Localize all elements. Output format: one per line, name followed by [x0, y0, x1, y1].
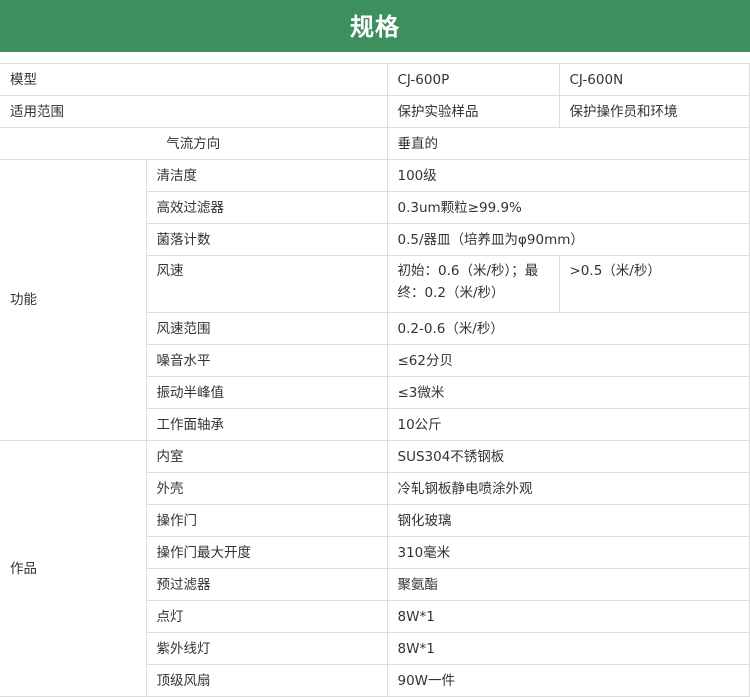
spec-value: 0.5/器皿（培养皿为φ90mm） [386, 223, 750, 256]
spec-value: 初始：0.6（米/秒）；最终：0.2（米/秒） [386, 255, 560, 313]
spec-label: 噪音水平 [145, 344, 388, 377]
spec-label: 操作门 [145, 504, 388, 537]
spec-label: 风速 [145, 255, 388, 313]
spec-label: 紫外线灯 [145, 632, 388, 665]
spec-label: 适用范围 [0, 95, 388, 128]
spec-value: 100级 [386, 159, 750, 192]
spec-value: ≤62分贝 [386, 344, 750, 377]
spec-value: CJ-600N [558, 63, 750, 96]
table-row: 气流方向 垂直的 [0, 127, 750, 160]
spec-value: 垂直的 [386, 127, 750, 160]
spec-value: 10公斤 [386, 408, 750, 441]
spec-value: CJ-600P [386, 63, 560, 96]
spec-value: 8W*1 [386, 600, 750, 633]
spec-label: 外壳 [145, 472, 388, 505]
spec-value: 保护操作员和环境 [558, 95, 750, 128]
spec-label: 工作面轴承 [145, 408, 388, 441]
page-title: 规格 [0, 0, 750, 52]
spec-value: 冷轧钢板静电喷涂外观 [386, 472, 750, 505]
spec-value: 90W一件 [386, 664, 750, 697]
spec-label: 顶级风扇 [145, 664, 388, 697]
spec-value: SUS304不锈钢板 [386, 440, 750, 473]
group-label-function: 功能 [0, 159, 147, 441]
spec-value: 0.3um颗粒≥99.9% [386, 191, 750, 224]
spec-value: 8W*1 [386, 632, 750, 665]
spec-label: 点灯 [145, 600, 388, 633]
group-label-works: 作品 [0, 440, 147, 697]
spec-label: 清洁度 [145, 159, 388, 192]
spec-label: 操作门最大开度 [145, 536, 388, 569]
spec-value: 0.2-0.6（米/秒） [386, 312, 750, 345]
spec-label: 风速范围 [145, 312, 388, 345]
table-row: 作品 内室 SUS304不锈钢板 [0, 440, 750, 697]
spec-label: 模型 [0, 63, 388, 96]
spec-value: >0.5（米/秒） [558, 255, 750, 313]
spec-table: 模型 CJ-600P CJ-600N 适用范围 保护实验样品 保护操作员和环境 … [0, 63, 750, 697]
spec-label: 预过滤器 [145, 568, 388, 601]
spec-value: 钢化玻璃 [386, 504, 750, 537]
spec-label: 高效过滤器 [145, 191, 388, 224]
spec-value: ≤3微米 [386, 376, 750, 409]
spec-label: 振动半峰值 [145, 376, 388, 409]
spec-label: 气流方向 [0, 127, 388, 160]
table-row: 模型 CJ-600P CJ-600N [0, 63, 750, 96]
spec-label: 内室 [145, 440, 388, 473]
table-row: 功能 清洁度 100级 [0, 159, 750, 441]
spec-value: 310毫米 [386, 536, 750, 569]
spec-label: 菌落计数 [145, 223, 388, 256]
table-row: 适用范围 保护实验样品 保护操作员和环境 [0, 95, 750, 128]
spec-value: 保护实验样品 [386, 95, 560, 128]
spec-value: 聚氨酯 [386, 568, 750, 601]
